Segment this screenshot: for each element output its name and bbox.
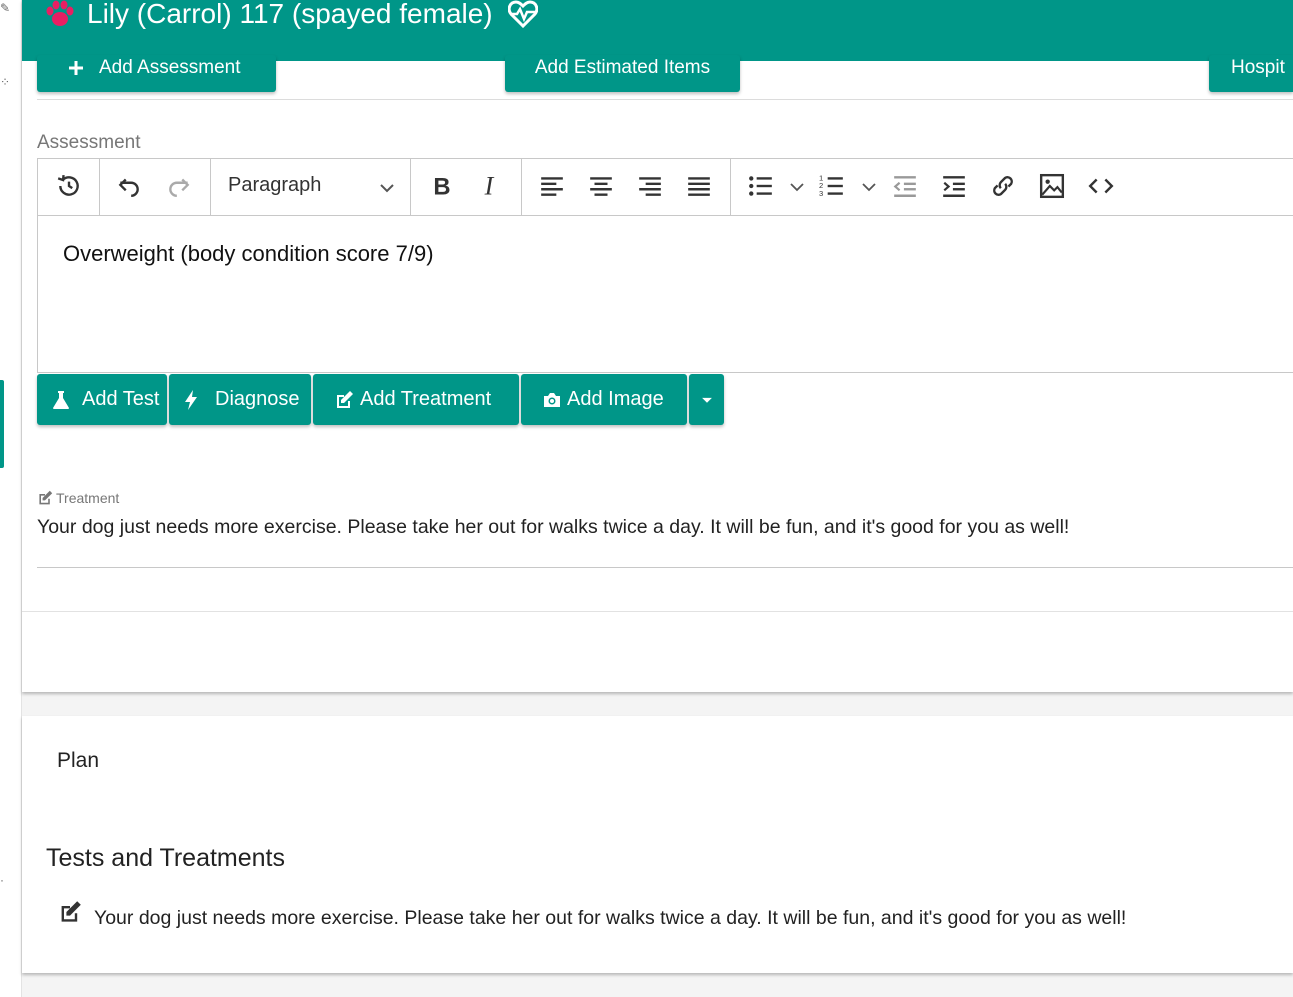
svg-text:3: 3 bbox=[819, 189, 823, 198]
add-estimated-items-button[interactable]: Add Estimated Items bbox=[505, 55, 740, 92]
italic-icon: I bbox=[484, 173, 495, 199]
more-actions-dropdown[interactable] bbox=[689, 374, 724, 425]
diagnose-button[interactable]: Diagnose bbox=[169, 374, 311, 425]
link-icon bbox=[993, 176, 1013, 196]
bullet-list-button[interactable] bbox=[742, 167, 780, 205]
plan-label: Plan bbox=[57, 749, 100, 772]
bold-icon: B bbox=[433, 174, 450, 199]
numbered-list-icon: 123 bbox=[819, 174, 843, 198]
rail-active-indicator bbox=[0, 380, 4, 468]
section-divider bbox=[22, 611, 1293, 612]
align-right-icon bbox=[639, 177, 661, 196]
caret-down-icon bbox=[701, 397, 712, 403]
svg-text:I: I bbox=[484, 173, 495, 199]
flask-icon bbox=[53, 390, 69, 409]
align-left-button[interactable] bbox=[533, 167, 571, 205]
rail-paw-icon[interactable]: ⁘ bbox=[0, 76, 10, 88]
add-image-label: Add Image bbox=[567, 388, 664, 410]
treatment-text[interactable]: Your dog just needs more exercise. Pleas… bbox=[37, 516, 1069, 539]
italic-button[interactable]: I bbox=[471, 167, 509, 205]
edit-icon bbox=[337, 390, 353, 408]
link-button[interactable] bbox=[984, 167, 1022, 205]
toolbar-separator bbox=[521, 159, 522, 215]
align-right-button[interactable] bbox=[631, 167, 669, 205]
add-estimated-items-label: Add Estimated Items bbox=[534, 56, 711, 78]
treatment-underline bbox=[37, 567, 1293, 568]
indent-icon bbox=[943, 176, 965, 197]
edit-icon bbox=[39, 490, 53, 505]
image-icon bbox=[1039, 173, 1065, 199]
undo-icon bbox=[118, 178, 139, 197]
history-icon bbox=[57, 175, 79, 196]
svg-text:B: B bbox=[433, 174, 450, 199]
add-test-label: Add Test bbox=[82, 388, 160, 410]
rail-dot-icon[interactable]: · bbox=[0, 874, 8, 886]
left-rail: ✎ ⁘ · bbox=[0, 0, 22, 997]
assessment-label: Assessment bbox=[37, 132, 141, 153]
chevron-down-icon[interactable] bbox=[788, 178, 806, 196]
bold-button[interactable]: B bbox=[422, 167, 460, 205]
toolbar-separator bbox=[730, 159, 731, 215]
bullet-list-icon bbox=[749, 176, 772, 196]
numbered-list-button[interactable]: 123 bbox=[813, 167, 851, 205]
plus-icon bbox=[69, 60, 83, 75]
indent-button[interactable] bbox=[935, 167, 973, 205]
treatment-label-text: Treatment bbox=[56, 490, 120, 506]
toolbar-separator bbox=[410, 159, 411, 215]
hospital-button[interactable]: Hospit bbox=[1209, 55, 1293, 92]
bolt-icon bbox=[185, 389, 197, 410]
redo-icon bbox=[169, 178, 190, 197]
add-test-button[interactable]: Add Test bbox=[37, 374, 167, 425]
add-image-button[interactable]: Add Image bbox=[521, 374, 687, 425]
align-center-button[interactable] bbox=[582, 167, 620, 205]
heartbeat-icon bbox=[508, 0, 538, 28]
paw-icon bbox=[46, 0, 74, 26]
diagnose-label: Diagnose bbox=[215, 388, 300, 410]
patient-title: Lily (Carrol) 117 (spayed female) bbox=[87, 0, 493, 29]
editor-toolbar: Paragraph B I 123 bbox=[38, 159, 1293, 216]
toolbar-separator bbox=[210, 159, 211, 215]
align-left-icon bbox=[541, 177, 563, 196]
tests-treatments-heading: Tests and Treatments bbox=[46, 844, 286, 872]
toolbar-separator bbox=[99, 159, 100, 215]
rail-key-icon[interactable]: ✎ bbox=[0, 2, 10, 14]
add-treatment-label: Add Treatment bbox=[360, 388, 492, 410]
image-button[interactable] bbox=[1033, 167, 1071, 205]
outdent-button[interactable] bbox=[886, 167, 924, 205]
add-treatment-button[interactable]: Add Treatment bbox=[313, 374, 519, 425]
chevron-down-icon[interactable] bbox=[860, 178, 878, 196]
redo-button[interactable] bbox=[160, 167, 198, 205]
actions-divider bbox=[37, 99, 1293, 100]
block-format-select[interactable]: Paragraph bbox=[228, 174, 321, 197]
patient-header: Lily (Carrol) 117 (spayed female) bbox=[22, 0, 1293, 61]
align-justify-icon bbox=[688, 177, 710, 196]
treatment-label: Treatment bbox=[37, 490, 119, 506]
align-justify-button[interactable] bbox=[680, 167, 718, 205]
source-code-button[interactable] bbox=[1082, 167, 1120, 205]
assessment-editor[interactable]: Paragraph B I 123 Overweight (body condi… bbox=[37, 158, 1293, 373]
outdent-icon bbox=[893, 176, 916, 197]
hospital-label: Hospit bbox=[1231, 56, 1285, 78]
source-code-icon bbox=[1088, 178, 1114, 194]
undo-button[interactable] bbox=[110, 167, 148, 205]
history-button[interactable] bbox=[50, 167, 88, 205]
add-assessment-button[interactable]: Add Assessment bbox=[37, 55, 276, 92]
chevron-down-icon[interactable] bbox=[376, 177, 398, 199]
camera-icon bbox=[544, 392, 560, 407]
edit-icon[interactable] bbox=[58, 900, 82, 924]
plan-item-text: Your dog just needs more exercise. Pleas… bbox=[94, 907, 1127, 929]
assessment-content[interactable]: Overweight (body condition score 7/9) bbox=[63, 241, 434, 267]
add-assessment-label: Add Assessment bbox=[99, 56, 241, 78]
align-center-icon bbox=[590, 177, 612, 196]
